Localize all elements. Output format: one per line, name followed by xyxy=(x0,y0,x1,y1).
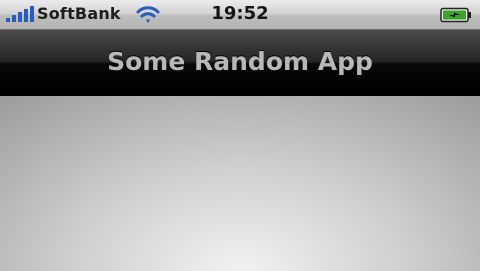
status-bar: SoftBank 19:52 xyxy=(0,0,480,30)
app-screen: SoftBank 19:52 Some Random App xyxy=(0,0,480,271)
status-clock: 19:52 xyxy=(211,3,269,24)
content-area xyxy=(0,96,480,271)
nav-title: Some Random App xyxy=(107,47,373,76)
battery-charging-icon xyxy=(440,7,471,23)
navigation-bar: Some Random App xyxy=(0,30,480,96)
